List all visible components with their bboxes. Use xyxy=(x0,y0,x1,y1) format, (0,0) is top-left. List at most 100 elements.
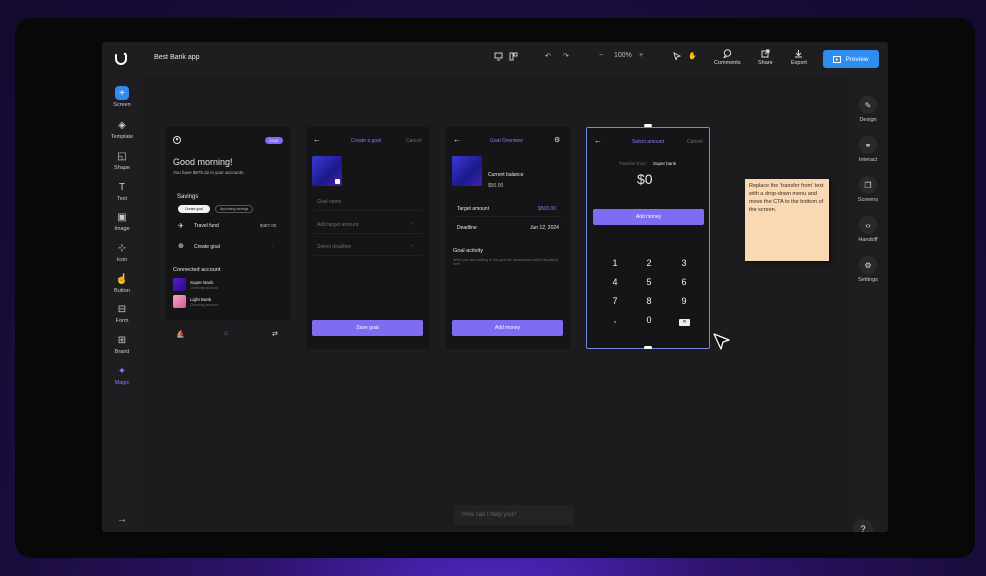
goal-badge[interactable]: GOAL xyxy=(265,137,283,144)
left-toolbar: + Screen ◈ Template ◱ Shape T Text ▣ Image ⊹ I… xyxy=(102,76,142,532)
pointer-tool-icon[interactable] xyxy=(673,52,681,60)
key-3[interactable]: 3 xyxy=(674,258,694,268)
screen-create-goal[interactable]: ← Create a goal Cancel Goal name Add tar… xyxy=(306,127,430,349)
preview-label: Preview xyxy=(845,55,869,63)
account-light-bank[interactable]: Light Bank xyxy=(190,297,211,302)
arrow-right-icon: → xyxy=(117,513,127,525)
screen-goal-overview[interactable]: ← Goal Overview ⚙ Current balance $50.00… xyxy=(446,127,570,349)
key-2[interactable]: 2 xyxy=(639,258,659,268)
key-1[interactable]: 1 xyxy=(605,258,625,268)
tool-label: Template xyxy=(110,134,134,140)
plane-icon: ✈ xyxy=(178,223,184,230)
comments-button[interactable]: Comments xyxy=(714,49,741,66)
code-icon: ‹› xyxy=(859,216,877,234)
save-goal-button[interactable]: Save goal xyxy=(312,320,423,336)
target-amount-field[interactable]: Add target amount xyxy=(317,222,358,228)
key-comma[interactable]: , xyxy=(605,314,625,324)
add-money-button[interactable]: Add money xyxy=(452,320,563,336)
gear-icon[interactable]: ⚙ xyxy=(554,136,560,144)
sticky-note-comment[interactable]: Replace the 'transfer from' text with a … xyxy=(745,179,829,261)
current-balance-label: Current balance xyxy=(488,172,524,178)
tool-button[interactable]: ☝ Button xyxy=(102,272,142,295)
zoom-in-icon[interactable]: + xyxy=(639,52,643,59)
panel-design[interactable]: ✎ Design xyxy=(848,96,888,123)
panel-screens[interactable]: ❐ Screens xyxy=(848,176,888,203)
key-8[interactable]: 8 xyxy=(639,296,659,306)
transfer-source[interactable]: Super bank xyxy=(653,161,676,166)
account-super-bank[interactable]: Super Bank xyxy=(190,280,214,285)
tool-shape[interactable]: ◱ Shape xyxy=(102,149,142,172)
undo-icon[interactable]: ↶ xyxy=(545,52,551,60)
expand-sidebar-button[interactable]: → xyxy=(102,512,142,526)
ai-prompt-input[interactable]: How can I help you? xyxy=(454,505,574,525)
transfer-nav-icon[interactable]: ⇄ xyxy=(272,330,278,338)
account-light-bank-sub: Checking account xyxy=(190,303,218,307)
hand-tool-icon[interactable]: ✋ xyxy=(688,52,697,60)
key-7[interactable]: 7 xyxy=(605,296,625,306)
design-canvas[interactable]: GOAL Good morning! You have $875.32 in y… xyxy=(142,76,848,532)
divider xyxy=(314,233,422,234)
tool-label: Form xyxy=(115,318,129,324)
preview-button[interactable]: Preview xyxy=(823,50,879,68)
back-arrow-icon[interactable]: ← xyxy=(313,135,321,144)
edit-image-icon[interactable] xyxy=(335,179,340,184)
resize-handle-bottom[interactable] xyxy=(644,346,652,349)
app-logo-icon[interactable] xyxy=(114,52,128,66)
screens-icon: ❐ xyxy=(859,176,877,194)
screen-home[interactable]: GOAL Good morning! You have $875.32 in y… xyxy=(166,127,290,349)
pen-icon: ✎ xyxy=(859,96,877,114)
savings-heading: Savings xyxy=(177,194,199,200)
panel-interact[interactable]: ⚭ Interact xyxy=(848,136,888,163)
key-5[interactable]: 5 xyxy=(639,277,659,287)
back-arrow-icon[interactable]: ← xyxy=(594,136,602,145)
tool-icon[interactable]: ⊹ Icon xyxy=(102,241,142,264)
resize-handle-top[interactable] xyxy=(644,124,652,127)
back-arrow-icon[interactable]: ← xyxy=(453,135,461,144)
tool-screen[interactable]: + Screen xyxy=(102,86,142,108)
goal-name-field[interactable]: Goal name xyxy=(317,199,341,205)
panel-label: Settings xyxy=(858,277,878,283)
project-title[interactable]: Best Bank app xyxy=(154,54,200,61)
share-button[interactable]: Share xyxy=(758,49,773,66)
panel-settings[interactable]: ⚙ Settings xyxy=(848,256,888,283)
tool-label: Magic xyxy=(114,380,130,386)
deadline-field[interactable]: Select deadline xyxy=(317,244,351,250)
tool-template[interactable]: ◈ Template xyxy=(102,118,142,141)
zoom-level[interactable]: 100% xyxy=(614,52,632,59)
goal-travel-fund[interactable]: Travel fund xyxy=(194,223,219,229)
download-icon xyxy=(795,50,803,58)
shape-icon: ◱ xyxy=(117,150,127,162)
panel-handoff[interactable]: ‹› Handoff xyxy=(848,216,888,243)
upcoming-savings-pill[interactable]: Upcoming savings xyxy=(215,205,253,213)
goal-overview-title: Goal Overview xyxy=(490,138,523,144)
add-money-button[interactable]: Add money xyxy=(593,209,704,225)
backspace-icon[interactable]: ✕ xyxy=(679,319,690,326)
home-nav-icon[interactable]: ⌂ xyxy=(224,330,228,337)
key-6[interactable]: 6 xyxy=(674,277,694,287)
cancel-link[interactable]: Cancel xyxy=(687,139,703,145)
chevron-right-icon: › xyxy=(272,243,274,249)
tool-image[interactable]: ▣ Image xyxy=(102,210,142,233)
export-button[interactable]: Export xyxy=(791,49,807,66)
key-0[interactable]: 0 xyxy=(639,315,659,325)
tool-brand[interactable]: ⊞ Brand xyxy=(102,333,142,356)
tool-text[interactable]: T Text xyxy=(102,180,142,203)
tool-label: Screen xyxy=(113,102,131,108)
key-4[interactable]: 4 xyxy=(605,277,625,287)
screen-select-amount[interactable]: ← Select amount Cancel Transfer from Sup… xyxy=(586,127,710,349)
zoom-out-icon[interactable]: − xyxy=(599,52,603,59)
redo-icon[interactable]: ↷ xyxy=(563,52,569,60)
create-goal-pill[interactable]: Create goal xyxy=(178,205,210,213)
tool-magic[interactable]: ✦ Magic xyxy=(102,364,142,387)
mobile-view-icon[interactable] xyxy=(509,52,518,61)
image-icon: ▣ xyxy=(117,211,127,223)
desktop-view-icon[interactable] xyxy=(494,52,503,61)
savings-nav-icon[interactable]: ⛵ xyxy=(176,330,185,338)
target-amount-label: Target amount xyxy=(457,206,489,212)
tool-form[interactable]: ⊟ Form xyxy=(102,302,142,325)
divider xyxy=(314,210,422,211)
create-goal-item[interactable]: Create goal xyxy=(194,244,220,250)
key-9[interactable]: 9 xyxy=(674,296,694,306)
user-icon[interactable] xyxy=(173,136,181,144)
cancel-link[interactable]: Cancel xyxy=(406,138,422,144)
